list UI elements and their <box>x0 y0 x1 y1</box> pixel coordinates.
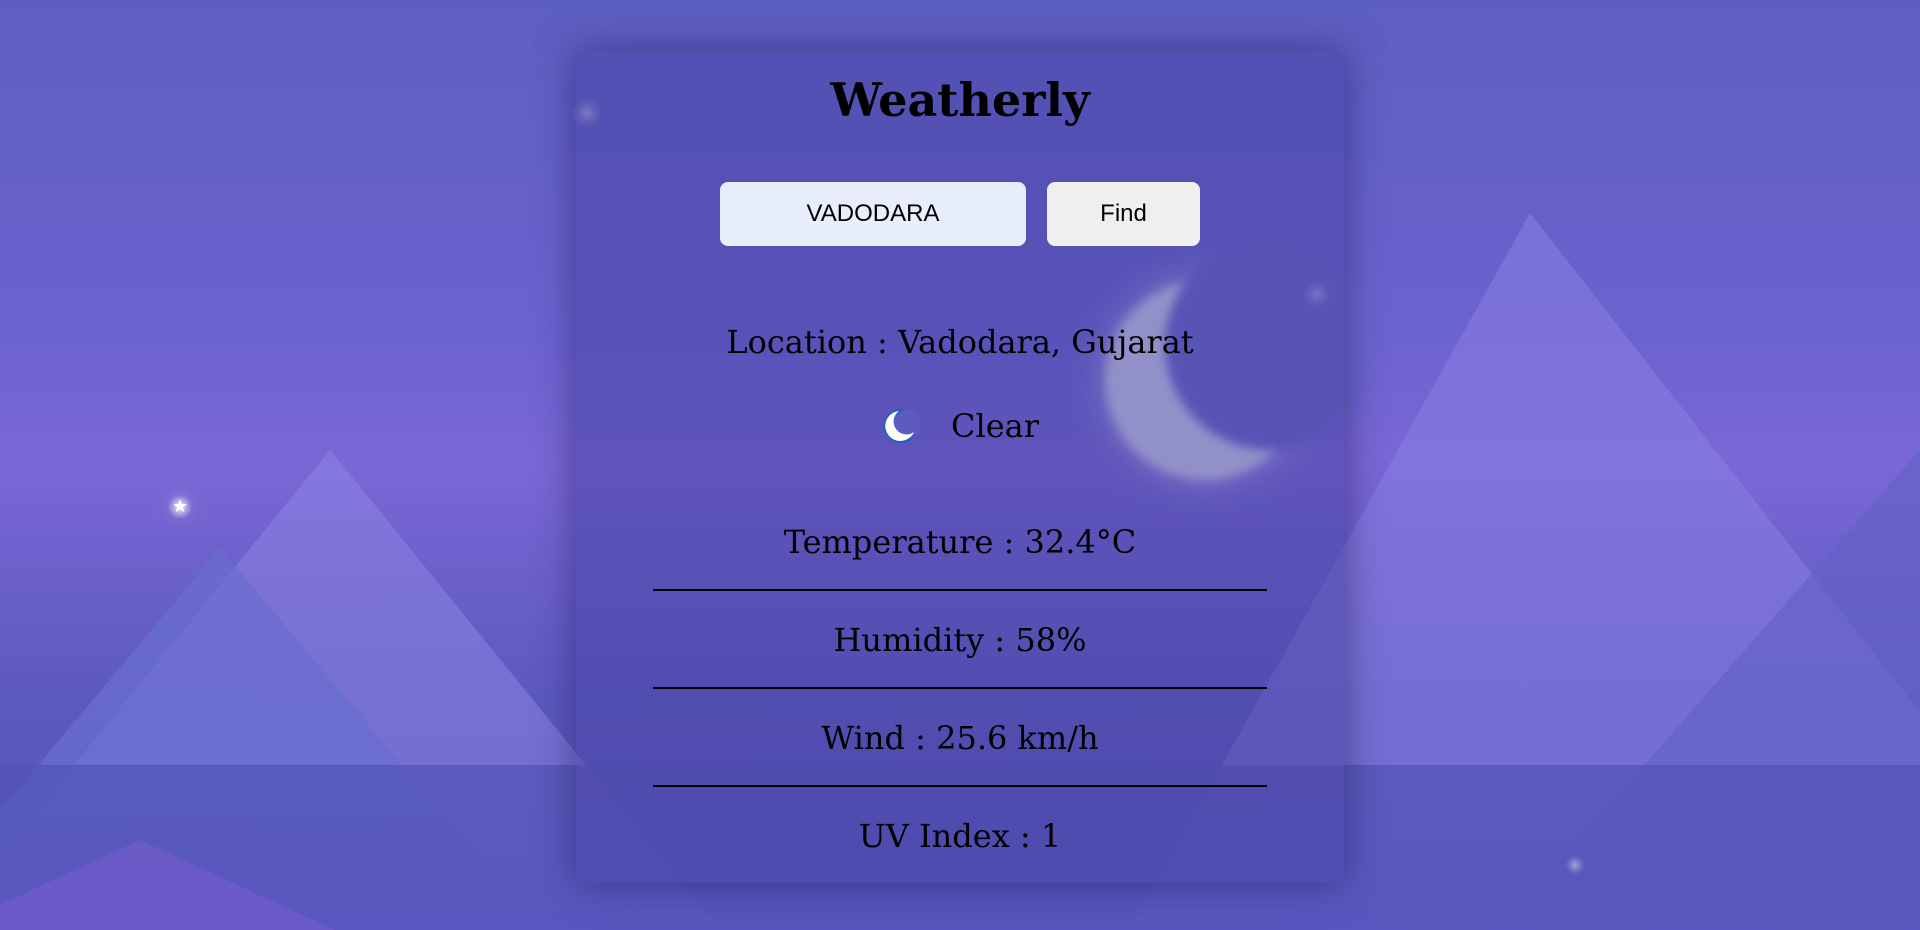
divider <box>653 589 1267 591</box>
background-star-glow <box>1565 855 1585 875</box>
uv-index-text: UV Index : 1 <box>858 817 1062 855</box>
location-text: Location : Vadodara, Gujarat <box>726 323 1194 361</box>
humidity-text: Humidity : 58% <box>833 621 1087 659</box>
wind-text: Wind : 25.6 km/h <box>821 719 1099 757</box>
condition-label: Clear <box>950 407 1040 445</box>
find-button[interactable]: Find <box>1047 182 1200 246</box>
divider <box>653 687 1267 689</box>
weather-condition: Clear <box>576 406 1344 446</box>
temperature-text: Temperature : 32.4°C <box>783 523 1137 561</box>
city-search-input[interactable] <box>720 182 1026 246</box>
background-mountain <box>0 840 400 930</box>
weather-card: Weatherly Find Location : Vadodara, Guja… <box>576 51 1344 883</box>
divider <box>653 785 1267 787</box>
star-icon: ★ <box>172 496 189 517</box>
app-title: Weatherly <box>830 73 1090 127</box>
moon-icon <box>881 406 921 446</box>
